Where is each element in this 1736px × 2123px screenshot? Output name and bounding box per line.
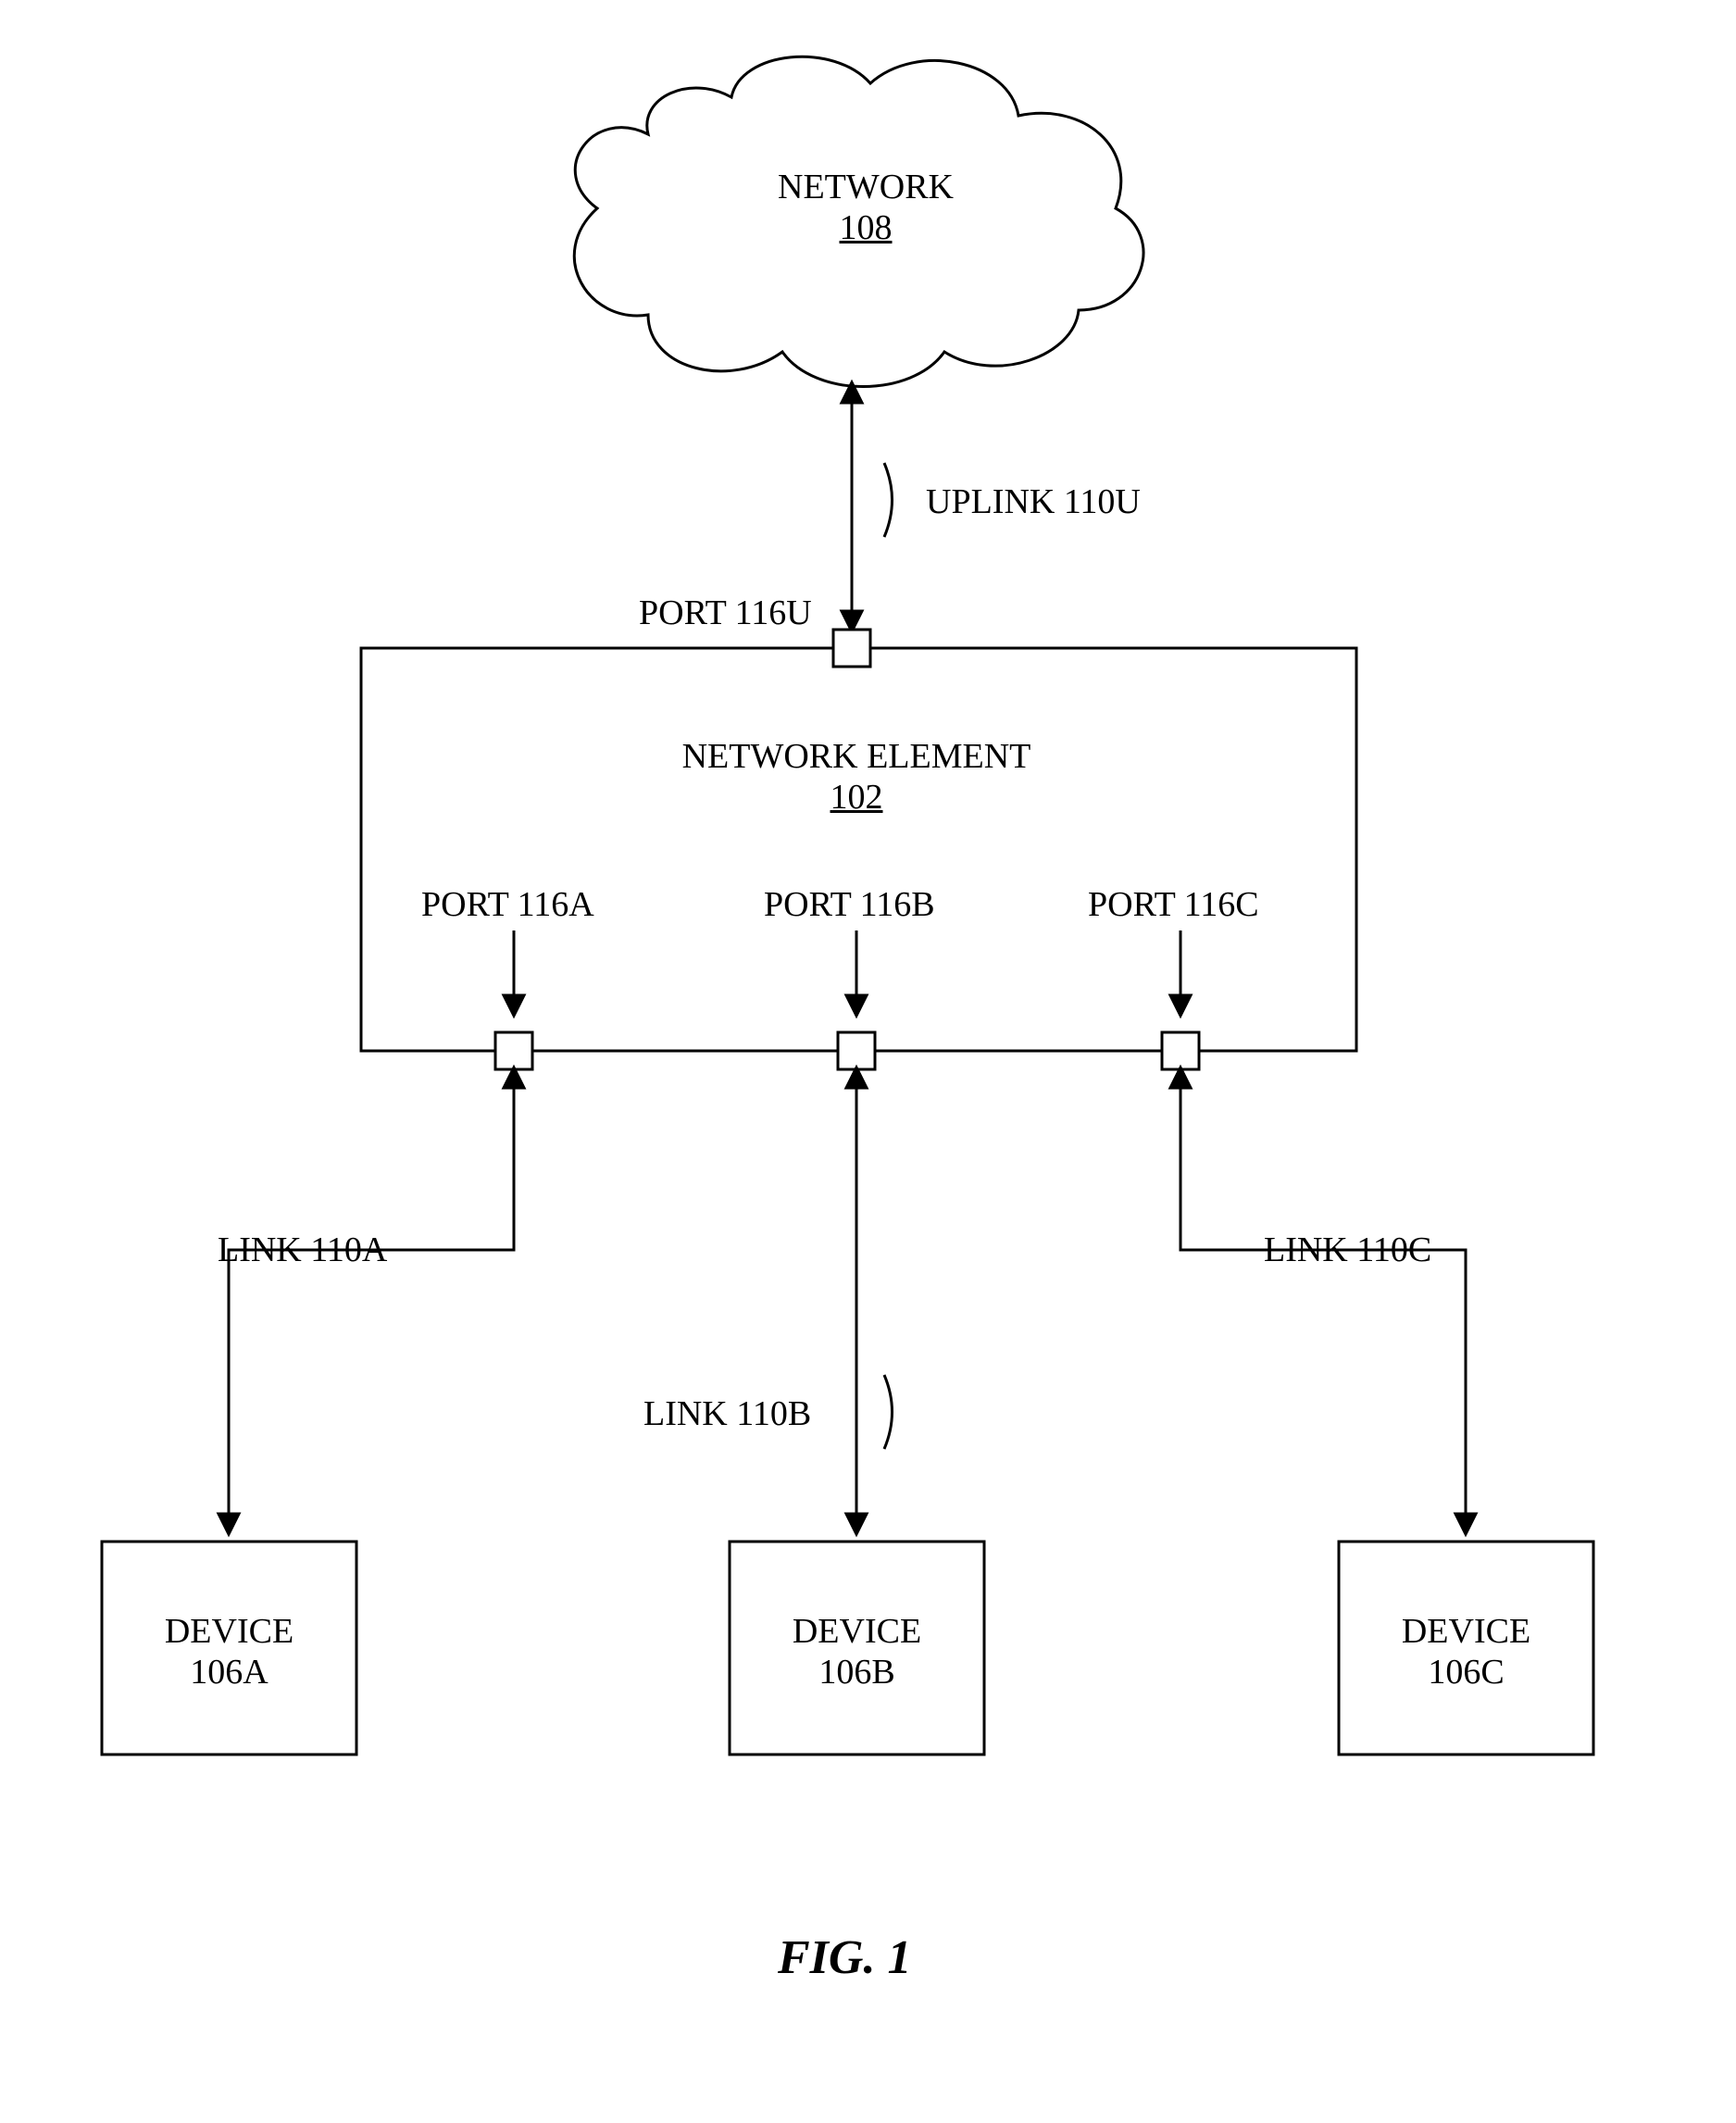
cloud-label: NETWORK 108 [750, 167, 981, 248]
port-116c-box [1162, 1032, 1199, 1069]
port-116u-box [833, 630, 870, 667]
port-116b-box [838, 1032, 875, 1069]
port-116c-label: PORT 116C [1088, 884, 1259, 925]
device-b-title: DEVICE [793, 1612, 921, 1651]
cloud-title: NETWORK [778, 168, 954, 206]
network-element-label: NETWORK ELEMENT 102 [671, 736, 1042, 818]
link-110b-leader [884, 1375, 893, 1449]
link-110c-line [1180, 1069, 1466, 1532]
port-116a-box [495, 1032, 532, 1069]
link-110c-label: LINK 110C [1264, 1230, 1431, 1270]
device-c-title: DEVICE [1402, 1612, 1530, 1651]
cloud-ref: 108 [840, 208, 893, 247]
network-element-box [361, 648, 1356, 1051]
device-a-label: DEVICE 106A [130, 1611, 329, 1692]
network-element-ref: 102 [831, 778, 883, 817]
port-116b-label: PORT 116B [764, 884, 935, 925]
device-a-ref: 106A [190, 1653, 268, 1692]
link-110a-label: LINK 110A [218, 1230, 387, 1270]
uplink-label: UPLINK 110U [926, 481, 1141, 522]
device-c-ref: 106C [1428, 1653, 1504, 1692]
uplink-leader [884, 463, 893, 537]
link-110a-line [229, 1069, 514, 1532]
device-c-label: DEVICE 106C [1367, 1611, 1566, 1692]
device-a-title: DEVICE [165, 1612, 293, 1651]
link-110b-label: LINK 110B [643, 1393, 811, 1434]
figure-caption: FIG. 1 [778, 1930, 911, 1985]
port-116a-label: PORT 116A [421, 884, 594, 925]
device-b-label: DEVICE 106B [757, 1611, 956, 1692]
port-116u-label: PORT 116U [639, 593, 812, 633]
device-b-ref: 106B [818, 1653, 894, 1692]
network-element-title: NETWORK ELEMENT [682, 737, 1031, 776]
